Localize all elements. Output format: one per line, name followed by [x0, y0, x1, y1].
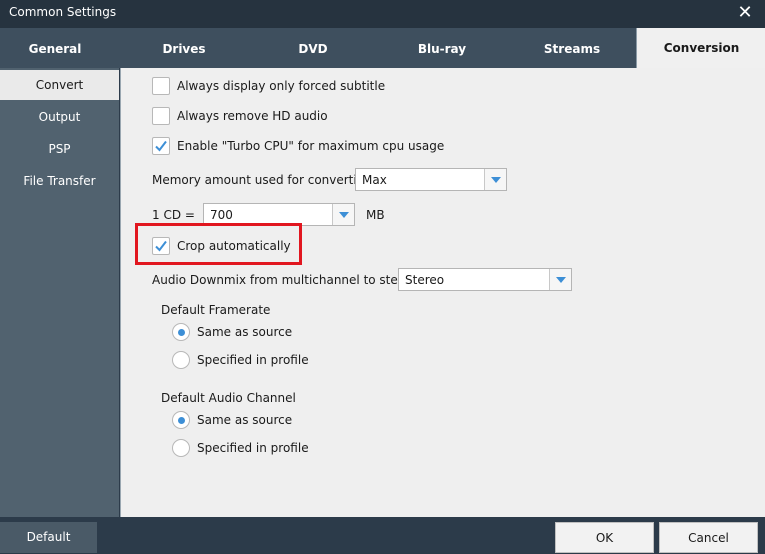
default-button[interactable]: Default: [0, 522, 97, 553]
tab-dvd[interactable]: DVD: [250, 28, 376, 68]
audio-same-radio[interactable]: [172, 411, 190, 429]
audio-profile-label: Specified in profile: [197, 441, 309, 455]
downmix-label: Audio Downmix from multichannel to stere…: [152, 273, 418, 287]
forced-subtitle-label: Always display only forced subtitle: [177, 79, 386, 93]
chevron-down-icon[interactable]: [332, 204, 354, 225]
audio-profile-radio[interactable]: [172, 439, 190, 457]
framerate-heading: Default Framerate: [161, 303, 271, 317]
memory-label: Memory amount used for converting: [152, 173, 372, 187]
sidebar-item-convert[interactable]: Convert: [0, 70, 119, 100]
audio-same-label: Same as source: [197, 413, 293, 427]
audio-channel-heading: Default Audio Channel: [161, 391, 296, 405]
footer: Default OK Cancel: [0, 517, 765, 553]
tab-streams[interactable]: Streams: [508, 28, 636, 68]
tab-general[interactable]: General: [0, 28, 110, 68]
remove-hd-audio-checkbox[interactable]: [152, 107, 170, 125]
turbo-cpu-checkbox[interactable]: [152, 137, 170, 155]
ok-button[interactable]: OK: [555, 522, 654, 553]
framerate-same-option[interactable]: Same as source: [172, 323, 292, 341]
cancel-button[interactable]: Cancel: [659, 522, 758, 553]
forced-subtitle-option[interactable]: Always display only forced subtitle: [152, 77, 385, 95]
sidebar-item-psp[interactable]: PSP: [0, 134, 119, 164]
remove-hd-audio-option[interactable]: Always remove HD audio: [152, 107, 328, 125]
forced-subtitle-checkbox[interactable]: [152, 77, 170, 95]
framerate-same-radio[interactable]: [172, 323, 190, 341]
tab-blu-ray[interactable]: Blu-ray: [378, 28, 506, 68]
checkmark-icon: [155, 240, 167, 252]
crop-auto-label: Crop automatically: [177, 239, 291, 253]
sidebar-item-output[interactable]: Output: [0, 102, 119, 132]
framerate-same-label: Same as source: [197, 325, 293, 339]
window-title: Common Settings: [9, 5, 117, 19]
crop-auto-option[interactable]: Crop automatically: [152, 237, 291, 255]
downmix-select[interactable]: Stereo: [398, 268, 572, 291]
checkmark-icon: [155, 140, 167, 152]
framerate-profile-option[interactable]: Specified in profile: [172, 351, 309, 369]
turbo-cpu-label: Enable "Turbo CPU" for maximum cpu usage: [177, 139, 445, 153]
tab-bar: General Drives DVD Blu-ray Streams Conve…: [0, 28, 765, 68]
audio-profile-option[interactable]: Specified in profile: [172, 439, 309, 457]
tab-drives[interactable]: Drives: [120, 28, 248, 68]
crop-auto-checkbox[interactable]: [152, 237, 170, 255]
chevron-down-icon[interactable]: [549, 269, 571, 290]
sidebar-item-file-transfer[interactable]: File Transfer: [0, 166, 119, 196]
cd-size-value: 700: [210, 208, 233, 222]
memory-select[interactable]: Max: [355, 168, 507, 191]
framerate-profile-radio[interactable]: [172, 351, 190, 369]
cd-size-unit: MB: [366, 208, 385, 222]
close-icon[interactable]: ✕: [737, 3, 753, 23]
tab-conversion[interactable]: Conversion: [636, 28, 765, 68]
title-bar: Common Settings ✕: [0, 0, 765, 28]
framerate-profile-label: Specified in profile: [197, 353, 309, 367]
memory-value: Max: [362, 173, 387, 187]
remove-hd-audio-label: Always remove HD audio: [177, 109, 328, 123]
settings-window: Common Settings ✕ General Drives DVD Blu…: [0, 0, 765, 553]
downmix-value: Stereo: [405, 273, 445, 287]
sidebar: Convert Output PSP File Transfer: [0, 68, 119, 517]
turbo-cpu-option[interactable]: Enable "Turbo CPU" for maximum cpu usage: [152, 137, 444, 155]
chevron-down-icon[interactable]: [484, 169, 506, 190]
audio-same-option[interactable]: Same as source: [172, 411, 292, 429]
cd-size-label: 1 CD =: [152, 208, 195, 222]
